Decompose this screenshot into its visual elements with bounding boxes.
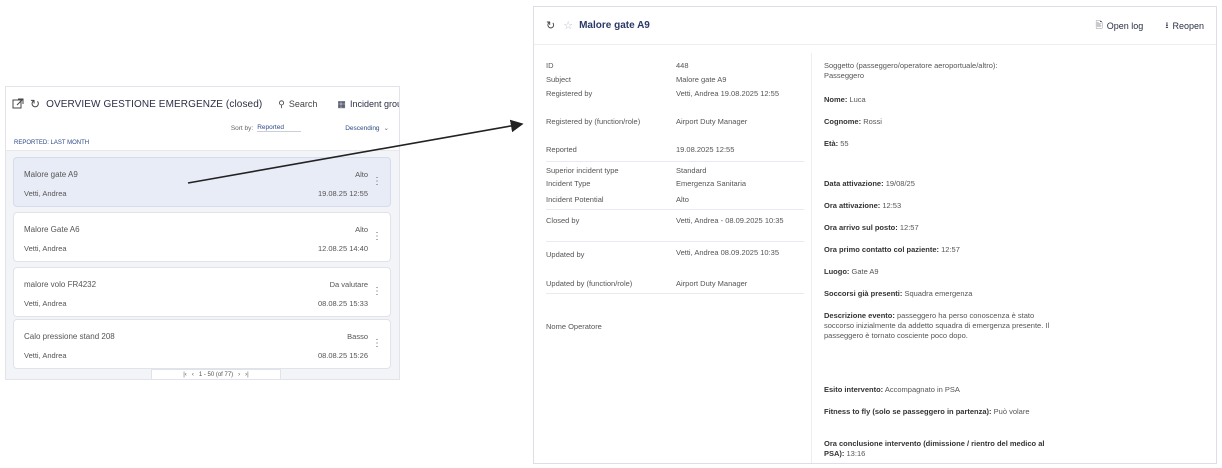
field-row: Nome Operatore: [546, 293, 804, 331]
item-reporter: Vetti, Andrea: [24, 299, 67, 308]
item-title: Malore Gate A6: [24, 225, 80, 234]
field-value: 448: [676, 61, 689, 70]
list-item[interactable]: Malore gate A9 Vetti, Andrea Alto 19.08.…: [13, 157, 391, 207]
open-log-button[interactable]: 🖹 Open log: [1096, 18, 1144, 34]
field-label: Updated by (function/role): [546, 279, 633, 288]
list-item[interactable]: Calo pressione stand 208 Vetti, Andrea B…: [13, 319, 391, 369]
note-eta: Età: 55: [824, 139, 849, 148]
field-label: ID: [546, 61, 554, 70]
field-label: Closed by: [546, 216, 580, 225]
sort-select[interactable]: Reported: [257, 124, 302, 132]
field-value: Vetti, Andrea 08.09.2025 10:35: [676, 248, 780, 257]
detail-actions: 🖹 Open log ⭳ Reopen: [1096, 18, 1204, 34]
external-link-icon[interactable]: [12, 97, 24, 111]
field-value: Malore gate A9: [676, 75, 727, 84]
pagination: |‹ ‹ 1 - 50 (of 77) › ›|: [151, 369, 281, 379]
incident-group-button[interactable]: ▦ Incident group: [337, 98, 399, 110]
incident-detail-panel: ↻ ☆ Malore gate A9 🖹 Open log ⭳ Reopen I…: [533, 6, 1217, 464]
item-menu-icon[interactable]: ⋮: [372, 338, 382, 349]
field-value: 19.08.2025 12:55: [676, 145, 735, 154]
search-button[interactable]: ⚲ Search: [278, 99, 317, 110]
list-item[interactable]: malore volo FR4232 Vetti, Andrea Da valu…: [13, 267, 391, 317]
detail-body: ID 448 Subject Malore gate A9 Registered…: [534, 45, 1216, 463]
item-title: Calo pressione stand 208: [24, 332, 115, 341]
field-row: Superior incident type Standard: [546, 161, 804, 175]
item-menu-icon[interactable]: ⋮: [372, 231, 382, 242]
chevron-down-icon: ⌄: [383, 125, 389, 132]
field-value: Vetti, Andrea - 08.09.2025 10:35: [676, 216, 784, 225]
note-soccorsi: Soccorsi già presenti: Squadra emergenza: [824, 289, 973, 298]
item-date: 08.08.25 15:26: [317, 351, 368, 360]
item-reporter: Vetti, Andrea: [24, 351, 67, 360]
field-label: Incident Type: [546, 179, 591, 188]
field-row: Updated by Vetti, Andrea 08.09.2025 10:3…: [546, 241, 804, 259]
upload-icon: ⭳: [1165, 19, 1169, 30]
field-row: Closed by Vetti, Andrea - 08.09.2025 10:…: [546, 209, 804, 225]
grid-icon: ▦: [337, 98, 346, 109]
search-icon: ⚲: [278, 98, 285, 109]
sort-direction-select[interactable]: Descending: [345, 125, 379, 132]
note-cognome: Cognome: Rossi: [824, 117, 882, 126]
field-value: Airport Duty Manager: [676, 279, 748, 288]
field-value: Emergenza Sanitaria: [676, 179, 747, 188]
note-fitness: Fitness to fly (solo se passeggero in pa…: [824, 407, 1030, 416]
item-title: malore volo FR4232: [24, 280, 97, 289]
star-icon[interactable]: ☆: [563, 19, 573, 32]
field-label: Nome Operatore: [546, 322, 602, 331]
next-page-icon[interactable]: ›: [238, 372, 240, 378]
note-ora-attivazione: Ora attivazione: 12:53: [824, 201, 902, 210]
field-value: Airport Duty Manager: [676, 117, 748, 126]
note-ora-conclusione: Ora conclusione intervento (dimissione /…: [824, 439, 1045, 458]
field-label: Registered by (function/role): [546, 117, 641, 126]
field-label: Updated by: [546, 250, 585, 259]
filter-label: REPORTED: LAST MONTH: [6, 135, 399, 151]
refresh-icon[interactable]: ↻: [30, 97, 40, 111]
first-page-icon[interactable]: |‹: [183, 372, 187, 378]
item-date: 12.08.25 14:40: [317, 244, 368, 253]
list-item[interactable]: Malore Gate A6 Vetti, Andrea Alto 12.08.…: [13, 212, 391, 262]
note-ora-primo-contatto: Ora primo contatto col paziente: 12:57: [824, 245, 960, 254]
prev-page-icon[interactable]: ‹: [192, 372, 194, 378]
item-priority: Basso: [347, 332, 368, 341]
detail-fields: ID 448 Subject Malore gate A9 Registered…: [534, 53, 812, 463]
field-value: Alto: [676, 195, 689, 204]
field-value: Vetti, Andrea 19.08.2025 12:55: [676, 89, 780, 98]
item-priority: Alto: [355, 225, 368, 234]
item-title: Malore gate A9: [24, 170, 78, 179]
note-descrizione: Descrizione evento: passeggero ha perso …: [824, 311, 1050, 340]
last-page-icon[interactable]: ›|: [245, 372, 249, 378]
note-esito: Esito intervento: Accompagnato in PSA: [824, 385, 960, 394]
field-value: Standard: [676, 166, 707, 175]
field-label: Reported: [546, 145, 577, 154]
item-menu-icon[interactable]: ⋮: [372, 286, 382, 297]
reopen-button[interactable]: ⭳ Reopen: [1165, 18, 1204, 34]
detail-header: ↻ ☆ Malore gate A9 🖹 Open log ⭳ Reopen: [534, 7, 1216, 45]
refresh-icon[interactable]: ↻: [546, 19, 555, 32]
note-luogo: Luogo: Gate A9: [824, 267, 879, 276]
page-range: 1 - 50 (of 77): [198, 372, 234, 378]
item-date: 19.08.25 12:55: [317, 189, 368, 198]
field-label: Subject: [546, 75, 572, 84]
note-ora-arrivo: Ora arrivo sul posto: 12:57: [824, 223, 919, 232]
sort-row: Sort by: Reported Descending ⌄: [6, 121, 399, 135]
list-header: ↻ OVERVIEW GESTIONE EMERGENZE (closed) ⚲…: [6, 87, 399, 121]
item-menu-icon[interactable]: ⋮: [372, 176, 382, 187]
note-nome: Nome: Luca: [824, 95, 866, 104]
field-label: Registered by: [546, 89, 593, 98]
detail-title: Malore gate A9: [579, 20, 650, 31]
item-reporter: Vetti, Andrea: [24, 189, 67, 198]
note-data-attivazione: Data attivazione: 19/08/25: [824, 179, 915, 188]
field-label: Incident Potential: [546, 195, 604, 204]
note-subject: Soggetto (passeggero/operatore aeroportu…: [824, 61, 998, 80]
sort-label: Sort by:: [230, 124, 254, 132]
incident-list-panel: ↻ OVERVIEW GESTIONE EMERGENZE (closed) ⚲…: [5, 86, 400, 380]
item-reporter: Vetti, Andrea: [24, 244, 67, 253]
item-priority: Alto: [355, 170, 368, 179]
item-priority: Da valutare: [329, 280, 368, 289]
item-date: 08.08.25 15:33: [317, 299, 368, 308]
log-icon: 🖹: [1095, 19, 1103, 30]
field-label: Superior incident type: [546, 166, 619, 175]
list-title: OVERVIEW GESTIONE EMERGENZE (closed): [46, 98, 263, 110]
